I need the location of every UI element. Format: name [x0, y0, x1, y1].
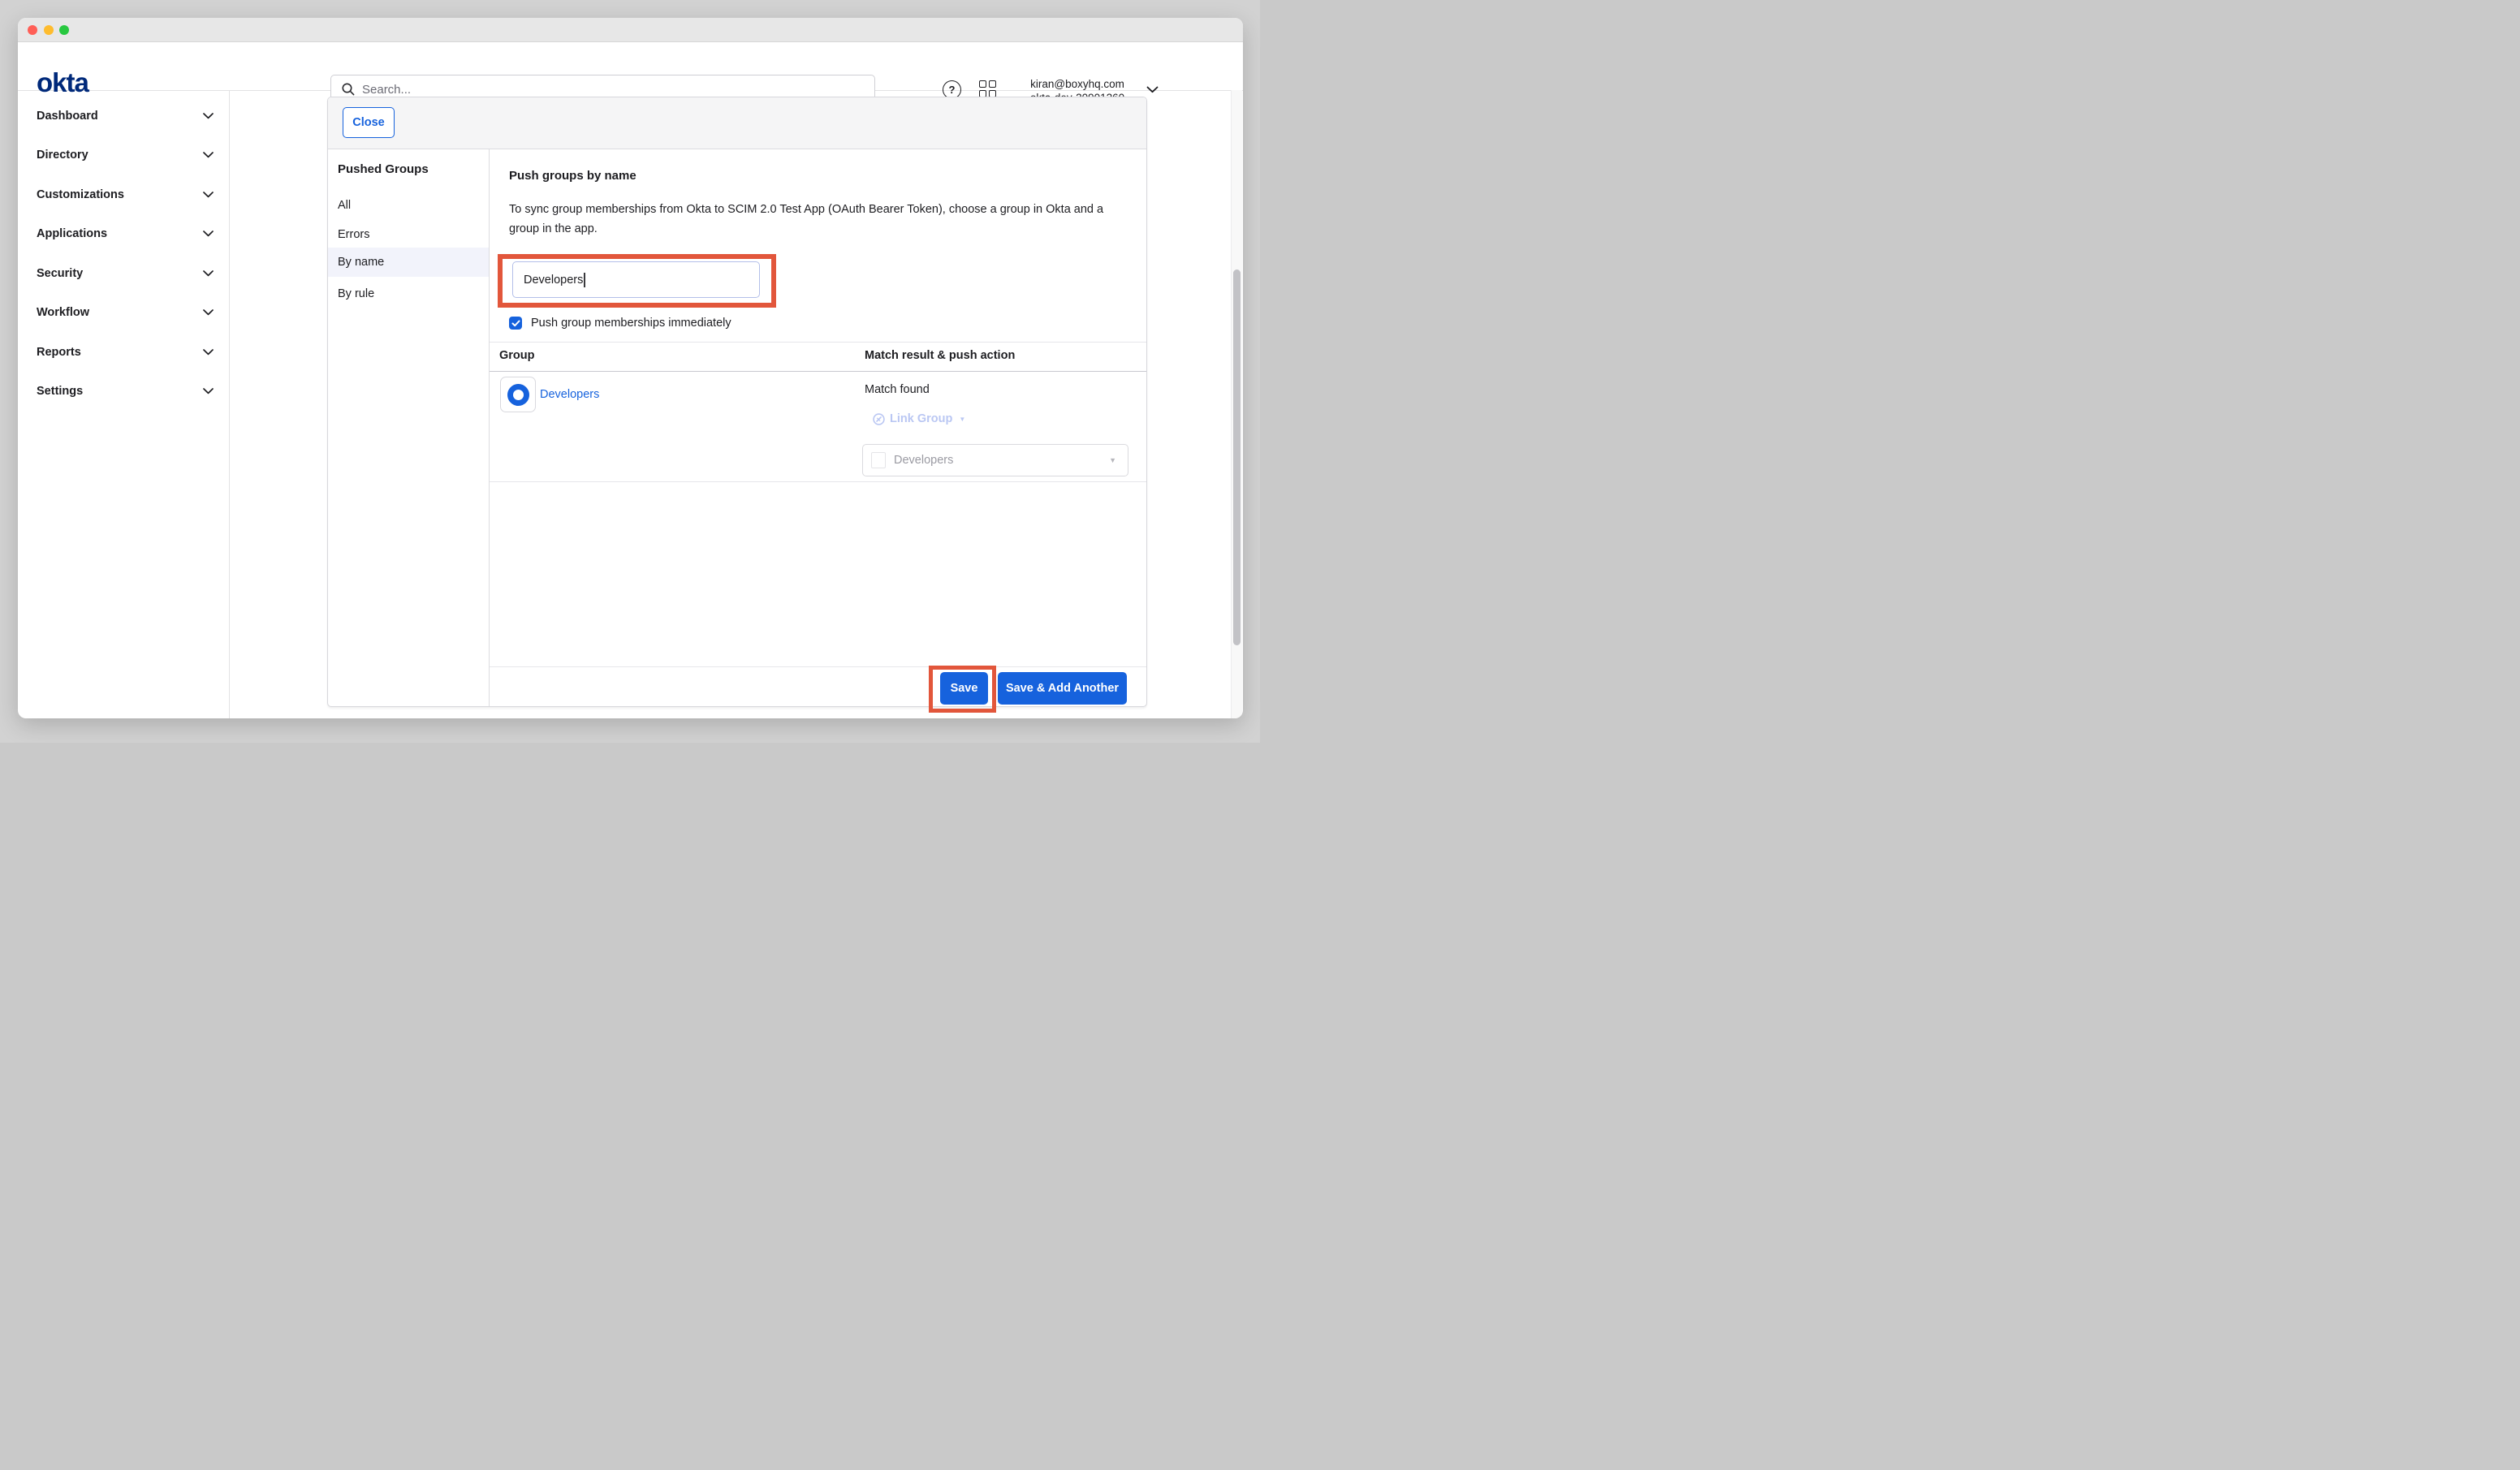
push-groups-panel: Close Pushed Groups All Errors By name B…	[327, 97, 1147, 707]
subnav-divider	[489, 149, 490, 706]
search-placeholder: Search...	[362, 83, 411, 97]
chevron-down-icon	[203, 231, 214, 237]
page-title: Push groups by name	[509, 169, 636, 183]
link-icon	[873, 413, 885, 425]
chevron-down-icon	[203, 349, 214, 356]
group-avatar	[500, 377, 536, 412]
app-group-value: Developers	[894, 454, 953, 467]
browser-window: okta Search... ? kiran@boxyhq.com okta-d…	[18, 18, 1243, 718]
scrollbar-track[interactable]	[1231, 90, 1242, 718]
table-header-rule	[490, 371, 1146, 372]
group-name-link[interactable]: Developers	[540, 388, 599, 401]
sidebar-item-reports[interactable]: Reports	[37, 338, 214, 367]
traffic-light-close[interactable]	[28, 25, 37, 35]
sidebar-item-applications[interactable]: Applications	[37, 219, 214, 248]
footer-divider	[490, 666, 1146, 667]
sidebar-item-settings[interactable]: Settings	[37, 377, 214, 406]
chevron-down-icon	[203, 270, 214, 277]
close-button[interactable]: Close	[343, 107, 395, 138]
chevron-down-icon	[203, 113, 214, 119]
chevron-down-icon	[203, 192, 214, 198]
sidebar-item-label: Workflow	[37, 306, 89, 319]
app-header: okta Search... ? kiran@boxyhq.com okta-d…	[18, 42, 1243, 91]
subnav-item-errors[interactable]: Errors	[328, 220, 489, 249]
link-group-button[interactable]: Link Group ▼	[873, 412, 965, 425]
app-group-placeholder-icon	[871, 452, 886, 468]
traffic-light-zoom[interactable]	[59, 25, 69, 35]
caret-down-icon: ▼	[1109, 456, 1116, 464]
sidebar-item-label: Settings	[37, 385, 83, 398]
sidebar-item-customizations[interactable]: Customizations	[37, 180, 214, 209]
match-status-text: Match found	[865, 383, 930, 396]
checkmark-icon	[511, 320, 520, 327]
column-header-match: Match result & push action	[865, 349, 1015, 362]
sidebar-item-label: Reports	[37, 346, 81, 359]
subnav-item-all[interactable]: All	[328, 191, 489, 220]
link-group-label: Link Group	[890, 412, 952, 425]
text-cursor	[584, 273, 585, 287]
traffic-light-minimize[interactable]	[44, 25, 54, 35]
apps-grid-icon[interactable]	[979, 80, 996, 97]
save-button[interactable]: Save	[940, 672, 988, 705]
sidebar-item-label: Applications	[37, 227, 107, 240]
grid-square	[989, 80, 996, 88]
checkbox-label: Push group memberships immediately	[531, 317, 731, 330]
search-icon	[341, 82, 356, 97]
group-search-input[interactable]: Developers	[512, 261, 760, 298]
sidebar-item-directory[interactable]: Directory	[37, 140, 214, 170]
chevron-down-icon	[203, 309, 214, 316]
sidebar-item-dashboard[interactable]: Dashboard	[37, 101, 214, 131]
sidebar-item-label: Dashboard	[37, 110, 98, 123]
subnav-item-by-name[interactable]: By name	[328, 248, 489, 277]
sidebar-divider	[229, 90, 230, 718]
desktop-background: okta Search... ? kiran@boxyhq.com okta-d…	[0, 0, 1260, 743]
chevron-down-icon	[203, 152, 214, 158]
scrollbar-thumb[interactable]	[1233, 269, 1241, 645]
caret-down-icon: ▼	[959, 416, 965, 423]
push-immediately-checkbox[interactable]	[509, 317, 522, 330]
sidebar-item-label: Security	[37, 267, 83, 280]
chevron-down-icon[interactable]	[1146, 86, 1159, 93]
column-header-group: Group	[499, 349, 535, 362]
group-input-value: Developers	[524, 274, 583, 287]
sidebar-item-security[interactable]: Security	[37, 259, 214, 288]
sidebar-item-label: Customizations	[37, 188, 124, 201]
window-titlebar	[18, 18, 1243, 42]
grid-square	[979, 80, 986, 88]
app-group-select[interactable]: Developers ▼	[862, 444, 1128, 476]
panel-header-band	[328, 97, 1146, 149]
user-email: kiran@boxyhq.com	[1016, 77, 1138, 91]
subnav-item-by-rule[interactable]: By rule	[328, 279, 489, 308]
sidebar-item-label: Directory	[37, 149, 88, 162]
chevron-down-icon	[203, 388, 214, 394]
save-add-another-button[interactable]: Save & Add Another	[998, 672, 1127, 705]
table-top-border	[490, 342, 1146, 343]
subnav-title: Pushed Groups	[338, 162, 429, 176]
description-text: To sync group memberships from Okta to S…	[509, 200, 1116, 239]
group-icon	[507, 384, 529, 406]
row-bottom-border	[490, 481, 1146, 482]
okta-logo: okta	[37, 69, 88, 96]
sidebar-item-workflow[interactable]: Workflow	[37, 298, 214, 327]
